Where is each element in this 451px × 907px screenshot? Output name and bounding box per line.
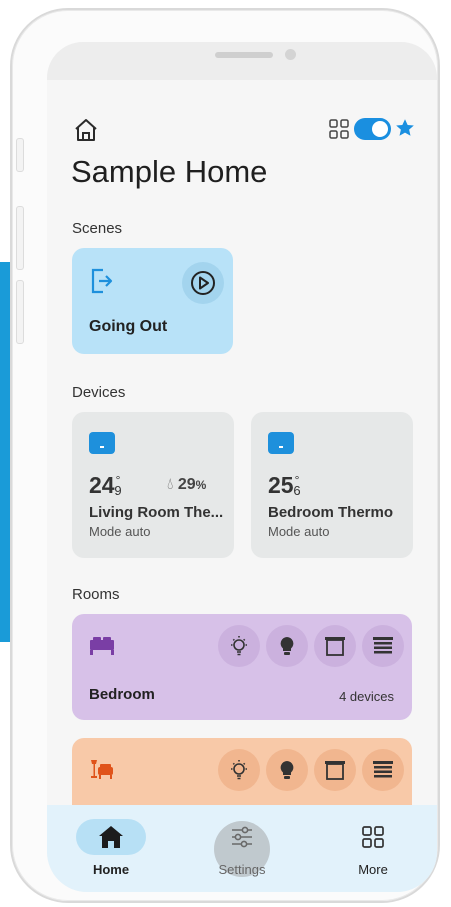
cover-open-button[interactable] [314,625,356,667]
rooms-heading: Rooms [72,586,120,603]
humidity-readout: 💧︎ 29% [167,476,207,493]
bulb-filled-icon [280,761,294,779]
room-card-bedroom[interactable]: Bedroom 4 devices [72,614,412,720]
bed-icon [90,637,114,655]
device-mode: Mode auto [268,524,330,539]
lights-off-button[interactable] [218,749,260,791]
nav-more[interactable]: More [313,805,433,892]
view-toggle[interactable] [354,118,391,140]
run-scene-button[interactable] [182,262,224,304]
device-mode: Mode auto [89,524,151,539]
bulb-outline-icon [231,636,247,656]
star-icon[interactable] [394,117,416,139]
toggle-knob [372,121,388,137]
phone-frame: Sample Home Scenes Going Out Devices 24°… [10,8,440,903]
phone-side-button [16,138,24,172]
scenes-heading: Scenes [72,220,123,237]
thermostat-icon [89,432,115,454]
cover-closed-button[interactable] [362,625,404,667]
room-quick-actions [218,625,404,667]
nav-settings[interactable]: Settings [182,805,302,892]
device-card-bedroom-thermo[interactable]: 25°6 Bedroom Thermo Mode auto [251,412,413,558]
play-icon [191,271,215,295]
cover-closed-button[interactable] [362,749,404,791]
nav-home[interactable]: Home [51,805,171,892]
temperature-readout: 24°9 [89,472,122,498]
cover-open-button[interactable] [314,749,356,791]
armchair-lamp-icon [91,760,113,779]
device-name: Bedroom Thermo [268,504,394,521]
window-open-icon [325,637,345,656]
device-card-living-room[interactable]: 24°9 💧︎ 29% Living Room The... Mode auto [72,412,234,558]
page-title: Sample Home [71,154,268,189]
home-filled-icon [99,826,123,848]
window-closed-icon [373,637,393,654]
phone-volume-down [16,280,24,344]
window-closed-icon [373,761,393,778]
nav-home-label: Home [92,862,130,877]
lights-on-button[interactable] [266,749,308,791]
bulb-filled-icon [280,637,294,655]
device-name: Living Room The... [89,504,224,521]
scene-card-going-out[interactable]: Going Out [72,248,233,354]
room-name: Bedroom [89,686,155,703]
app-screen: Sample Home Scenes Going Out Devices 24°… [47,42,437,892]
speaker [215,52,273,58]
scene-label: Going Out [89,318,168,335]
room-quick-actions [218,749,404,791]
grid-icon [362,826,384,848]
nav-settings-label: Settings [218,862,266,877]
lights-on-button[interactable] [266,625,308,667]
nav-more-label: More [358,862,388,877]
temperature-readout: 25°6 [268,472,301,498]
window-open-icon [325,761,345,780]
lights-off-button[interactable] [218,625,260,667]
bulb-outline-icon [231,760,247,780]
water-drop-icon: 💧︎ [167,476,174,493]
phone-volume-up [16,206,24,270]
notch [47,42,437,80]
exit-icon [91,268,113,294]
grid-icon[interactable] [329,119,349,139]
devices-heading: Devices [72,384,126,401]
home-outline-icon[interactable] [73,117,99,143]
thermostat-icon [268,432,294,454]
bottom-navigation: Home Settings More [47,805,437,892]
camera [285,49,296,60]
room-device-count: 4 devices [339,689,394,704]
